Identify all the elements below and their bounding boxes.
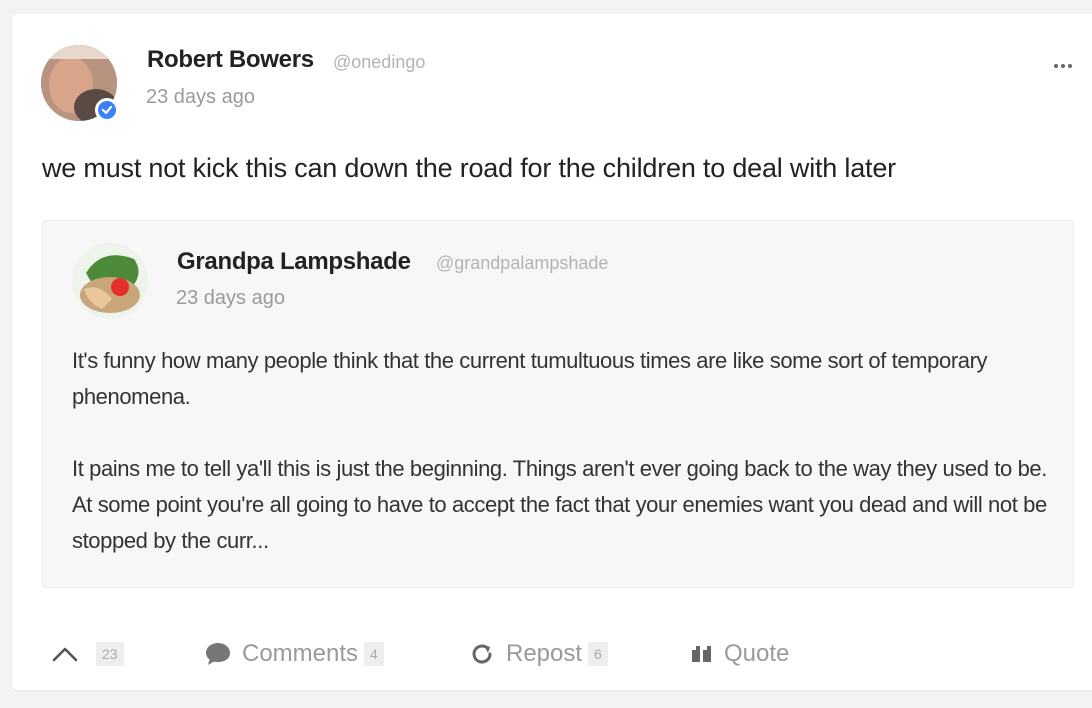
repost-count: 6 (588, 642, 608, 666)
author-handle[interactable]: @onedingo (333, 52, 425, 73)
author-name[interactable]: Robert Bowers (147, 46, 314, 74)
upvote-count: 23 (96, 642, 124, 666)
verified-badge-icon (95, 98, 119, 122)
quote-label: Quote (724, 640, 790, 667)
more-options-icon[interactable] (1048, 54, 1078, 78)
post-text: we must not kick this can down the road … (42, 153, 896, 183)
comments-label: Comments (242, 640, 359, 667)
quoted-paragraph: It pains me to tell ya'll this is just t… (72, 456, 1047, 553)
quote-button[interactable]: Quote (690, 636, 789, 672)
comments-button[interactable]: Comments 4 (204, 636, 384, 672)
quoted-paragraph: It's funny how many people think that th… (72, 348, 988, 409)
upvote-chevron-icon (52, 646, 78, 662)
repost-arrow-icon (468, 640, 496, 668)
post-timestamp[interactable]: 23 days ago (146, 86, 255, 109)
quote-marks-icon (690, 642, 714, 666)
upvote-button[interactable]: 23 (52, 636, 124, 672)
quoted-author-handle[interactable]: @grandpalampshade (436, 253, 608, 274)
comment-bubble-icon (204, 641, 232, 667)
quoted-post-timestamp[interactable]: 23 days ago (176, 287, 285, 310)
repost-label: Repost (506, 640, 583, 667)
post-actions-bar: 23 Comments 4 Repost 6 Quote (0, 636, 1092, 676)
repost-button[interactable]: Repost 6 (468, 636, 608, 672)
quoted-post-body: It's funny how many people think that th… (72, 343, 1052, 595)
comments-count: 4 (364, 642, 384, 666)
quoted-author-name[interactable]: Grandpa Lampshade (177, 248, 411, 276)
quoted-author-avatar[interactable] (72, 243, 148, 319)
